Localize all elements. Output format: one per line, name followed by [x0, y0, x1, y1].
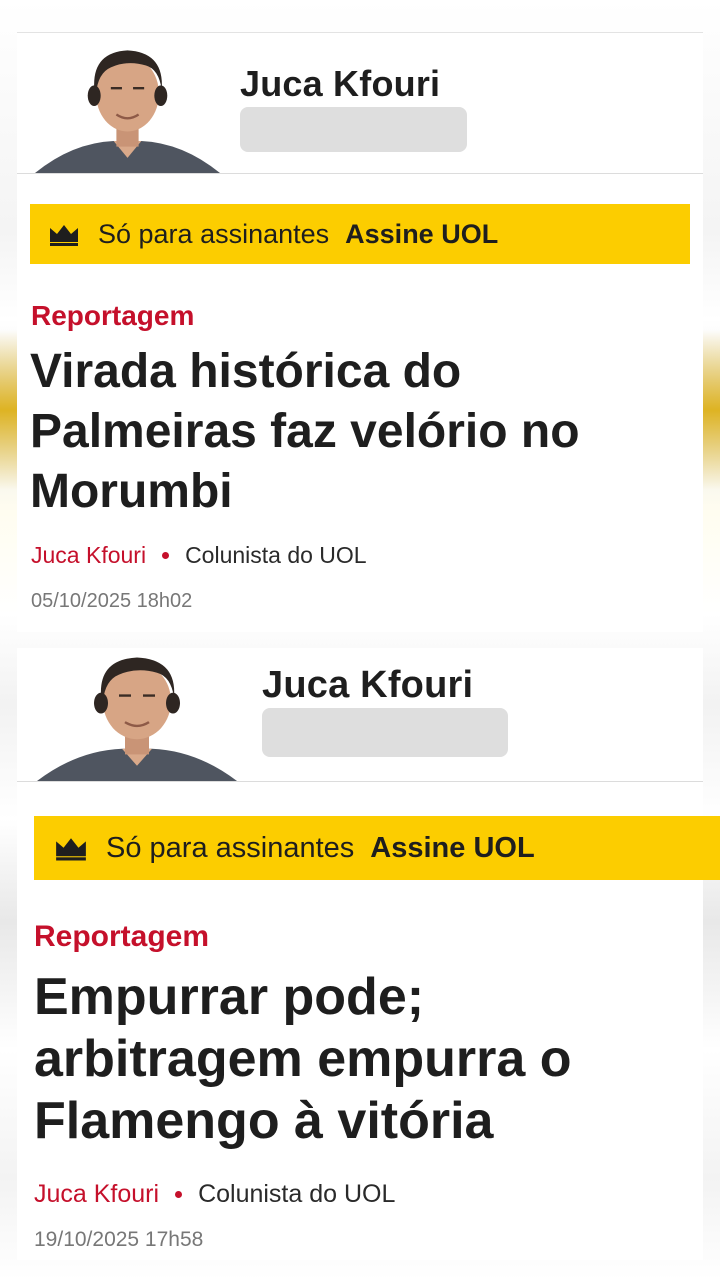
subscribe-link[interactable]: Assine UOL [370, 832, 534, 865]
author-name[interactable]: Juca Kfouri [240, 63, 440, 105]
crown-icon [54, 835, 88, 861]
follow-button-placeholder[interactable] [240, 107, 467, 152]
article-card-2[interactable]: Juca Kfouri Só para assinantes Assine UO… [17, 648, 720, 1260]
separator-dot [175, 1191, 183, 1198]
byline: Juca Kfouri Colunista do UOL [31, 542, 367, 569]
crown-icon [48, 222, 80, 246]
byline-author[interactable]: Juca Kfouri [31, 542, 146, 569]
author-photo[interactable] [35, 41, 220, 173]
subscribe-link[interactable]: Assine UOL [345, 219, 498, 250]
article-headline[interactable]: Empurrar pode; arbitragem empurra o Flam… [34, 966, 699, 1152]
subscriber-banner[interactable]: Só para assinantes Assine UOL [30, 204, 690, 264]
background-glow-right [702, 330, 720, 490]
author-name[interactable]: Juca Kfouri [262, 664, 473, 707]
publish-date: 05/10/2025 18h02 [31, 590, 193, 612]
category-label[interactable]: Reportagem [34, 920, 209, 954]
author-header: Juca Kfouri [17, 32, 703, 174]
background-glow-left [0, 330, 18, 490]
subscriber-only-label: Só para assinantes [106, 831, 355, 864]
article-card-1[interactable]: Juca Kfouri Só para assinantes Assine UO… [17, 32, 703, 632]
follow-button-placeholder[interactable] [262, 708, 508, 757]
article-headline[interactable]: Virada histórica do Palmeiras faz velóri… [30, 342, 680, 522]
byline: Juca Kfouri Colunista do UOL [34, 1180, 395, 1209]
byline-role: Colunista do UOL [185, 542, 367, 568]
publish-date: 19/10/2025 17h58 [34, 1228, 204, 1251]
byline-author[interactable]: Juca Kfouri [34, 1180, 159, 1209]
subscriber-banner[interactable]: Só para assinantes Assine UOL [34, 816, 720, 880]
author-photo[interactable] [37, 648, 237, 781]
subscriber-only-label: Só para assinantes [98, 218, 330, 249]
author-header: Juca Kfouri [17, 648, 703, 782]
byline-role: Colunista do UOL [198, 1180, 396, 1208]
category-label[interactable]: Reportagem [31, 300, 194, 332]
separator-dot [162, 552, 170, 559]
